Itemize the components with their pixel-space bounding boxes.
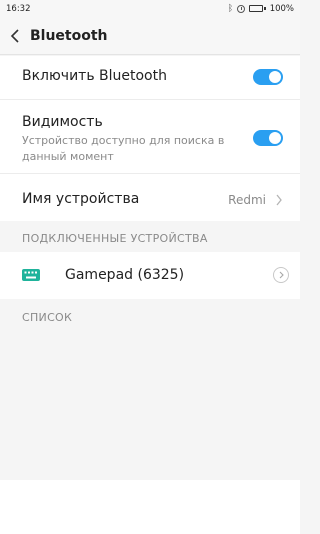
title-bar: Bluetooth	[0, 17, 300, 55]
bottom-area	[0, 480, 300, 534]
device-row-gamepad[interactable]: Gamepad (6325)	[0, 252, 300, 299]
enable-bluetooth-row[interactable]: Включить Bluetooth	[0, 56, 300, 99]
visibility-description: Устройство доступно для поиска в данный …	[22, 134, 225, 163]
visibility-row[interactable]: Видимость Устройство доступно для поиска…	[0, 100, 300, 173]
chevron-left-icon	[10, 28, 19, 43]
status-time: 16:32	[6, 3, 31, 14]
chevron-right-icon	[276, 194, 282, 206]
battery-icon	[249, 5, 266, 12]
device-name-value: Redmi	[228, 193, 266, 207]
device-name: Gamepad (6325)	[65, 267, 185, 283]
visibility-toggle[interactable]	[253, 130, 283, 146]
page-title: Bluetooth	[30, 27, 108, 44]
device-name-label: Имя устройства	[22, 191, 140, 207]
enable-bluetooth-label: Включить Bluetooth	[22, 68, 167, 84]
status-bar: 16:32 ᛒ 100%	[0, 0, 300, 17]
keyboard-icon	[22, 269, 40, 281]
alarm-icon	[237, 4, 246, 13]
device-name-row[interactable]: Имя устройства Redmi	[0, 174, 300, 221]
enable-bluetooth-toggle[interactable]	[253, 69, 283, 85]
back-button[interactable]	[0, 17, 30, 55]
toggle-knob	[269, 132, 281, 144]
toggle-knob	[269, 71, 281, 83]
bluetooth-icon: ᛒ	[227, 3, 234, 14]
visibility-label: Видимость	[22, 114, 103, 130]
status-indicators: ᛒ 100%	[228, 4, 294, 14]
connected-devices-card: Gamepad (6325)	[0, 252, 300, 299]
list-section-header: СПИСОК	[22, 311, 73, 324]
settings-card: Включить Bluetooth Видимость Устройство …	[0, 56, 300, 221]
connected-devices-header: ПОДКЛЮЧЕННЫЕ УСТРОЙСТВА	[22, 232, 208, 245]
battery-level: 100%	[269, 3, 294, 14]
chevron-right-icon	[279, 271, 284, 279]
device-details-button[interactable]	[273, 267, 289, 283]
